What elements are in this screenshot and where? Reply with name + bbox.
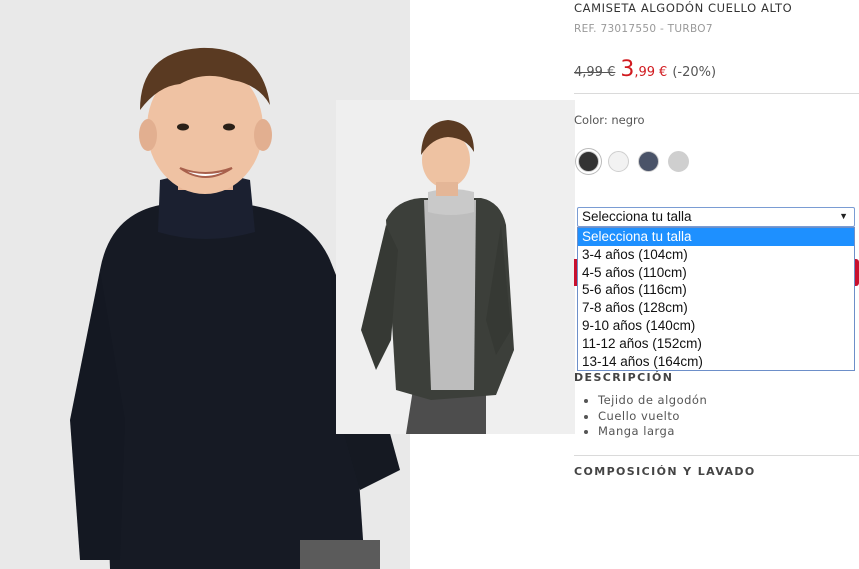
price-new-integer: 3 <box>620 57 635 82</box>
dropdown-arrow-icon: ▼ <box>839 211 848 221</box>
description-title[interactable]: DESCRIPCIÓN <box>574 371 673 384</box>
size-option[interactable]: Selecciona tu talla <box>578 228 854 246</box>
color-label: Color: negro <box>574 113 645 127</box>
size-option[interactable]: 7-8 años (128cm) <box>578 299 854 317</box>
price-block: 4,99 € 3 ,99 € (-20%) <box>574 57 716 82</box>
boy-jacket-outfit-image <box>336 100 575 434</box>
size-option[interactable]: 9-10 años (140cm) <box>578 317 854 335</box>
size-option[interactable]: 4-5 años (110cm) <box>578 264 854 282</box>
size-select[interactable]: Selecciona tu talla ▼ <box>577 207 855 227</box>
color-swatch-blanco[interactable] <box>608 151 629 172</box>
size-options-list[interactable]: Selecciona tu talla 3-4 años (104cm) 4-5… <box>577 227 855 371</box>
product-reference: REF. 73017550 - TURBO7 <box>574 23 713 35</box>
price-new-decimals: ,99 <box>634 65 656 80</box>
list-item: Tejido de algodón <box>598 393 707 409</box>
product-photo-secondary[interactable] <box>336 100 575 434</box>
color-swatch-marino[interactable] <box>638 151 659 172</box>
composition-title[interactable]: COMPOSICIÓN Y LAVADO <box>574 465 756 478</box>
size-option[interactable]: 11-12 años (152cm) <box>578 335 854 353</box>
product-title: CAMISETA ALGODÓN CUELLO ALTO <box>574 1 793 15</box>
discount-percentage: (-20%) <box>672 65 717 80</box>
description-list: Tejido de algodón Cuello vuelto Manga la… <box>598 393 707 440</box>
divider <box>574 455 859 456</box>
size-option[interactable]: 13-14 años (164cm) <box>578 353 854 371</box>
size-option[interactable]: 5-6 años (116cm) <box>578 281 854 299</box>
color-swatch-negro[interactable] <box>578 151 599 172</box>
price-new-currency: € <box>659 65 668 80</box>
product-info-panel: CAMISETA ALGODÓN CUELLO ALTO REF. 730175… <box>574 0 859 569</box>
list-item: Manga larga <box>598 424 707 440</box>
color-swatches <box>578 151 689 172</box>
list-item: Cuello vuelto <box>598 409 707 425</box>
price-old: 4,99 € <box>574 65 616 80</box>
size-option[interactable]: 3-4 años (104cm) <box>578 246 854 264</box>
divider <box>574 93 859 94</box>
size-select-value: Selecciona tu talla <box>582 209 692 224</box>
color-swatch-gris[interactable] <box>668 151 689 172</box>
